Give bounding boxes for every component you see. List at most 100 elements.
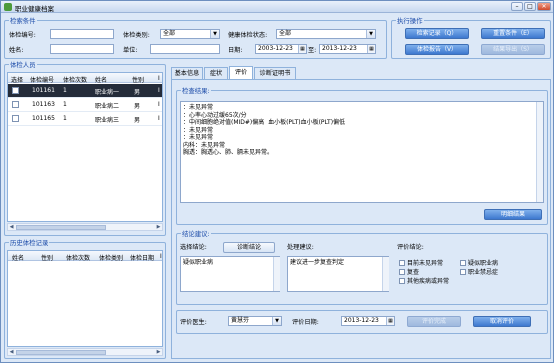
- history-group: 历史体检记录 姓名 性别 体检次数 体检类别 体检日期 I ◀ ▶: [4, 238, 166, 359]
- health-status-value: 全部: [279, 30, 292, 37]
- check-recheck[interactable]: 复查: [399, 267, 419, 276]
- tab-evaluation[interactable]: 评价: [229, 66, 253, 79]
- date-label: 日期:: [228, 47, 243, 54]
- exam-type-value: 全部: [163, 30, 176, 37]
- conclusion-textarea[interactable]: 疑似职业病: [180, 256, 280, 292]
- conclusion-scrollbar[interactable]: [273, 257, 280, 291]
- eval-conclusion-label: 评价结论:: [397, 244, 424, 251]
- exam-type-select[interactable]: 全部 ▼: [160, 29, 220, 39]
- row-checkbox[interactable]: [12, 87, 19, 94]
- advice-scrollbar[interactable]: [382, 257, 389, 291]
- close-button[interactable]: ✕: [537, 2, 551, 11]
- checkbox-icon[interactable]: [399, 278, 405, 284]
- tab-symptoms[interactable]: 症状: [204, 67, 228, 79]
- export-results-button[interactable]: 结果导出（S）: [481, 44, 545, 55]
- exam-result-legend: 检查结果:: [181, 86, 211, 95]
- check-label: 疑似职业病: [468, 260, 499, 267]
- checkbox-icon[interactable]: [399, 260, 405, 266]
- tab-basic-info[interactable]: 基本信息: [171, 67, 203, 79]
- scroll-thumb[interactable]: [16, 350, 106, 355]
- col-exam-date: 体检日期: [130, 255, 155, 262]
- maximize-button[interactable]: □: [524, 2, 536, 11]
- doctor-select[interactable]: 黄慧芬 ▼: [228, 316, 282, 326]
- row-exam-count: 1: [63, 87, 67, 94]
- detail-results-button[interactable]: 明细结果: [484, 209, 542, 220]
- eval-complete-button[interactable]: 评价完成: [407, 316, 461, 327]
- row-exam-no: 101165: [32, 115, 55, 122]
- exam-result-scrollbar[interactable]: [536, 102, 543, 202]
- health-status-label: 健康体检状态:: [228, 32, 268, 39]
- check-contraindication[interactable]: 职业禁忌症: [460, 267, 498, 276]
- people-group: 体检人员 选择 体检编号 体检次数 姓名 性别 I 101161 1 职业病一 …: [4, 60, 166, 236]
- date-from-picker[interactable]: 2003-12-23 ▦: [255, 44, 307, 54]
- table-row[interactable]: 101161 1 职业病一 男 I: [8, 84, 162, 98]
- scroll-left-icon[interactable]: ◀: [8, 349, 15, 355]
- check-label: 其他疾病或异常: [407, 278, 450, 285]
- table-row[interactable]: 101165 1 职业病三 男 I: [8, 112, 162, 126]
- app-icon: [4, 3, 12, 11]
- scroll-right-icon[interactable]: ▶: [155, 224, 162, 230]
- exam-report-button[interactable]: 体检报告（V）: [405, 44, 469, 55]
- minimize-button[interactable]: –: [511, 2, 523, 11]
- checkbox-icon[interactable]: [399, 269, 405, 275]
- app-window: 职业健康档案 – □ ✕ 检索条件 体检编号: 体检类别: 全部 ▼ 健康体检状态…: [0, 0, 554, 363]
- checkbox-icon[interactable]: [460, 269, 466, 275]
- check-label: 目前未见异常: [407, 260, 444, 267]
- row-sex: 男: [134, 103, 141, 110]
- calendar-icon[interactable]: ▦: [367, 45, 375, 53]
- check-no-abnormality[interactable]: 目前未见异常: [399, 258, 443, 267]
- table-row[interactable]: 101163 1 职业病二 男 I: [8, 98, 162, 112]
- check-other-disease[interactable]: 其他疾病或异常: [399, 276, 449, 285]
- people-legend: 体检人员: [9, 60, 37, 69]
- name-label: 姓名:: [9, 47, 24, 54]
- date-to-value: 2013-12-23: [322, 45, 357, 52]
- checkbox-icon[interactable]: [460, 260, 466, 266]
- row-name: 职业病一: [95, 89, 120, 96]
- date-to-picker[interactable]: 2013-12-23 ▦: [319, 44, 376, 54]
- date-to-label: 至:: [308, 47, 317, 54]
- search-records-button[interactable]: 检索记录（Q）: [405, 28, 469, 39]
- evaluation-panel: 检查结果: ：未见异常 ：心率心动过缓65次/分 ：中间细胞绝对值(MID#)偏…: [171, 79, 551, 359]
- doctor-label: 评价医生:: [180, 319, 207, 326]
- name-input[interactable]: [50, 44, 114, 54]
- eval-date-picker[interactable]: 2013-12-23 ▦: [341, 316, 395, 326]
- title-bar: 职业健康档案 – □ ✕: [1, 1, 553, 13]
- tab-diagnosis-certificate[interactable]: 诊断证明书: [254, 67, 296, 79]
- check-label: 职业禁忌症: [468, 269, 499, 276]
- unit-input[interactable]: [150, 44, 220, 54]
- diagnose-conclusion-button[interactable]: 诊断结论: [223, 242, 275, 253]
- history-table-header: 姓名 性别 体检次数 体检类别 体检日期 I: [8, 251, 162, 262]
- row-extra: I: [158, 115, 160, 122]
- advice-textarea[interactable]: 建议进一步复查判定: [287, 256, 389, 292]
- row-exam-count: 1: [63, 101, 67, 108]
- exam-result-text[interactable]: ：未见异常 ：心率心动过缓65次/分 ：中间细胞绝对值(MID#)偏高 血小板(…: [180, 101, 544, 203]
- reset-conditions-button[interactable]: 重置条件（E）: [481, 28, 545, 39]
- conclusion-legend: 结论建议:: [181, 229, 211, 238]
- history-table: 姓名 性别 体检次数 体检类别 体检日期 I: [7, 250, 163, 347]
- date-from-value: 2003-12-23: [258, 45, 293, 52]
- exam-no-input[interactable]: [50, 29, 114, 39]
- scroll-right-icon[interactable]: ▶: [155, 349, 162, 355]
- calendar-icon[interactable]: ▦: [386, 317, 394, 325]
- chevron-down-icon: ▼: [366, 30, 375, 38]
- exam-result-group: 检查结果: ：未见异常 ：心率心动过缓65次/分 ：中间细胞绝对值(MID#)偏…: [176, 86, 548, 225]
- calendar-icon[interactable]: ▦: [298, 45, 306, 53]
- col-name: 姓名: [95, 77, 108, 84]
- cancel-eval-button[interactable]: 取消评价: [473, 316, 531, 327]
- people-horizontal-scrollbar[interactable]: ◀ ▶: [7, 223, 163, 231]
- exam-type-label: 体检类别:: [123, 32, 150, 39]
- people-table-header: 选择 体检编号 体检次数 姓名 性别 I: [8, 73, 162, 84]
- row-exam-count: 1: [63, 115, 67, 122]
- scroll-thumb[interactable]: [16, 225, 106, 230]
- row-checkbox[interactable]: [12, 101, 19, 108]
- check-suspected-disease[interactable]: 疑似职业病: [460, 258, 498, 267]
- row-checkbox[interactable]: [12, 115, 19, 122]
- scroll-left-icon[interactable]: ◀: [8, 224, 15, 230]
- history-horizontal-scrollbar[interactable]: ◀ ▶: [7, 348, 163, 356]
- col-exam-count: 体检次数: [63, 77, 88, 84]
- col-sex: 性别: [132, 77, 145, 84]
- people-table: 选择 体检编号 体检次数 姓名 性别 I 101161 1 职业病一 男 I 1…: [7, 72, 163, 222]
- row-extra: I: [158, 87, 160, 94]
- col-exam-no: 体检编号: [30, 77, 55, 84]
- health-status-select[interactable]: 全部 ▼: [276, 29, 376, 39]
